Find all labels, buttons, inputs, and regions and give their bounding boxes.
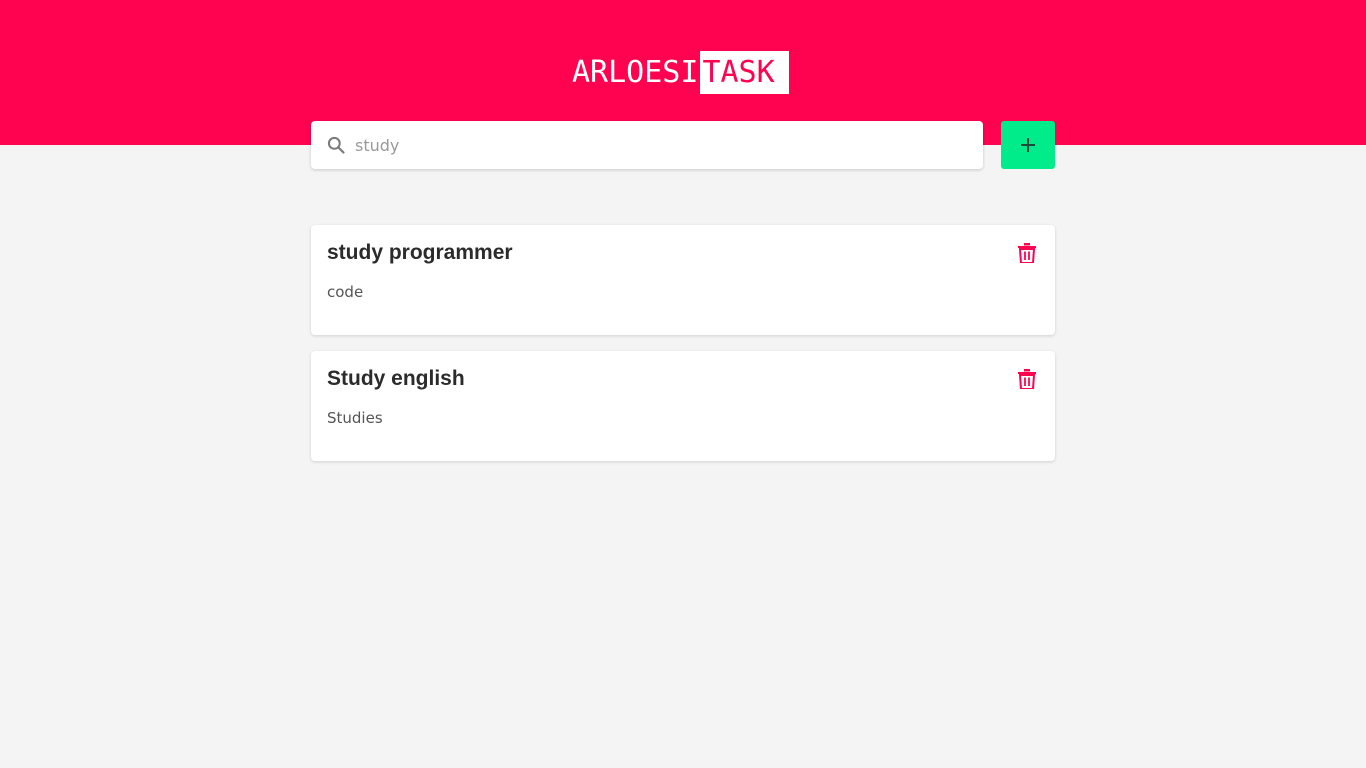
task-description: code [327,283,364,301]
search-bar [311,121,983,169]
app-logo: ARLOESI TASK [572,51,790,94]
task-title: Study english [327,367,465,390]
delete-task-button[interactable] [1015,241,1039,265]
add-task-button[interactable] [1001,121,1055,169]
logo-text-primary: ARLOESI [572,55,699,90]
task-list: study programmer code Study english Stud… [311,225,1055,477]
trash-icon [1018,369,1036,389]
search-input[interactable] [355,130,955,160]
task-card: Study english Studies [311,351,1055,461]
search-icon [325,134,347,156]
task-card: study programmer code [311,225,1055,335]
delete-task-button[interactable] [1015,367,1039,391]
logo-text-secondary: TASK [700,51,790,94]
plus-icon [1021,138,1035,152]
task-description: Studies [327,409,383,427]
trash-icon [1018,243,1036,263]
task-title: study programmer [327,241,513,264]
